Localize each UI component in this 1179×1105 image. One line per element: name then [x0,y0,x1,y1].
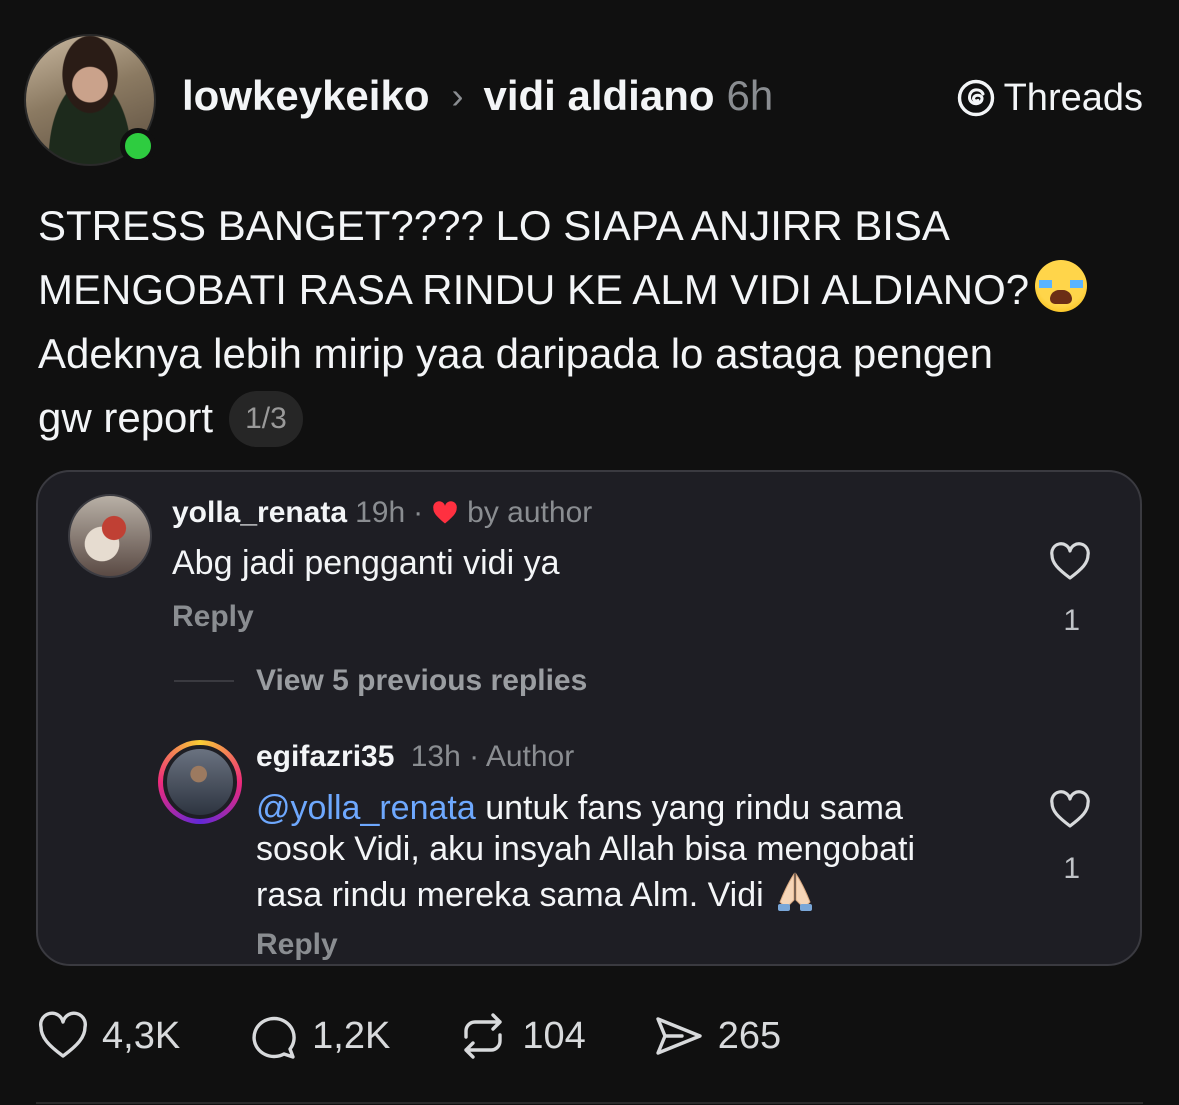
divider [36,1102,1143,1104]
replier-avatar[interactable] [158,740,242,824]
repost-count: 104 [522,1014,586,1057]
reply-line: @yolla_renata untuk fans yang rindu sama [256,788,1016,829]
post-time: 6h [726,72,774,119]
reply-line-text: rasa rindu mereka sama Alm. Vidi [256,876,764,914]
comment-meta: yolla_renata 19h · by author [172,496,592,530]
reply-meta: egifazri35 13h · Author [256,740,574,774]
chevron-right-icon: › [451,75,464,116]
red-heart-icon [433,501,457,524]
reply-line: sosok Vidi, aku insyah Allah bisa mengob… [256,830,915,868]
view-previous-replies-link[interactable]: View 5 previous replies [256,664,587,698]
author-username[interactable]: lowkeykeiko [182,72,429,120]
send-icon [656,1017,702,1055]
post-line-text: gw report [38,394,214,441]
post-line: gw report 1/3 [38,386,1148,450]
like-count: 4,3K [102,1014,181,1057]
repost-icon [464,1013,503,1059]
comment-bubble-icon [252,1016,296,1059]
commenter-username[interactable]: yolla_renata [172,496,347,530]
post-line: Adeknya lebih mirip yaa daripada lo asta… [38,330,993,377]
reply-button[interactable]: Reply [256,928,338,962]
threads-post: lowkeykeiko › vidi aldiano 6h Threads ST… [0,0,1179,1105]
post-line-text: MENGOBATI RASA RINDU KE ALM VIDI ALDIANO… [38,266,1030,313]
brand-label: Threads [1003,76,1143,119]
folded-hands-emoji [777,872,812,911]
comment-button[interactable]: 1,2K [246,1009,390,1063]
heart-icon[interactable] [1048,542,1092,582]
reply-target-username[interactable]: vidi aldiano [483,72,714,120]
heart-icon[interactable] [1048,790,1092,830]
reply-time: 13h [410,740,461,773]
replier-avatar-photo [163,745,237,819]
mention-link[interactable]: @yolla_renata [256,789,476,827]
reply-line-text: untuk fans yang rindu sama [475,789,903,827]
post-action-bar: 4,3K 1,2K 104 265 [36,1006,847,1066]
replier-username[interactable]: egifazri35 [256,740,394,773]
reply-like-count: 1 [1063,852,1080,885]
meta-separator: · [413,496,424,529]
like-button[interactable]: 4,3K [36,1009,180,1063]
thread-divider [174,680,234,682]
author-label: · Author [469,740,575,773]
post-line: STRESS BANGET???? LO SIAPA ANJIRR BISA [38,202,950,249]
threads-logo-icon [957,79,994,117]
profile-avatar[interactable] [24,34,156,166]
post-header: lowkeykeiko › vidi aldiano 6h [182,72,773,120]
reply-button[interactable]: Reply [172,600,254,634]
loudly-crying-face-emoji [1035,260,1088,312]
comment-like-count: 1 [1063,604,1080,637]
reply-line: rasa rindu mereka sama Alm. Vidi [256,870,1016,916]
reply-text: @yolla_renata untuk fans yang rindu sama… [256,788,1016,916]
comment-text: Abg jadi pengganti vidi ya [172,544,560,582]
online-status-dot [120,128,156,164]
share-count: 265 [717,1014,782,1057]
share-button[interactable]: 265 [652,1009,781,1063]
post-body: STRESS BANGET???? LO SIAPA ANJIRR BISA M… [38,194,1148,450]
page-indicator-badge: 1/3 [229,391,303,447]
heart-icon [39,1011,87,1058]
quoted-comment-card[interactable]: yolla_renata 19h · by author Abg jadi pe… [36,470,1142,966]
liked-by-author-label: by author [467,496,593,529]
commenter-avatar[interactable] [68,494,152,578]
repost-button[interactable]: 104 [456,1009,586,1063]
comment-count: 1,2K [312,1014,391,1057]
threads-brand: Threads [956,76,1143,120]
comment-time: 19h [355,496,406,529]
post-line: MENGOBATI RASA RINDU KE ALM VIDI ALDIANO… [38,258,1148,322]
